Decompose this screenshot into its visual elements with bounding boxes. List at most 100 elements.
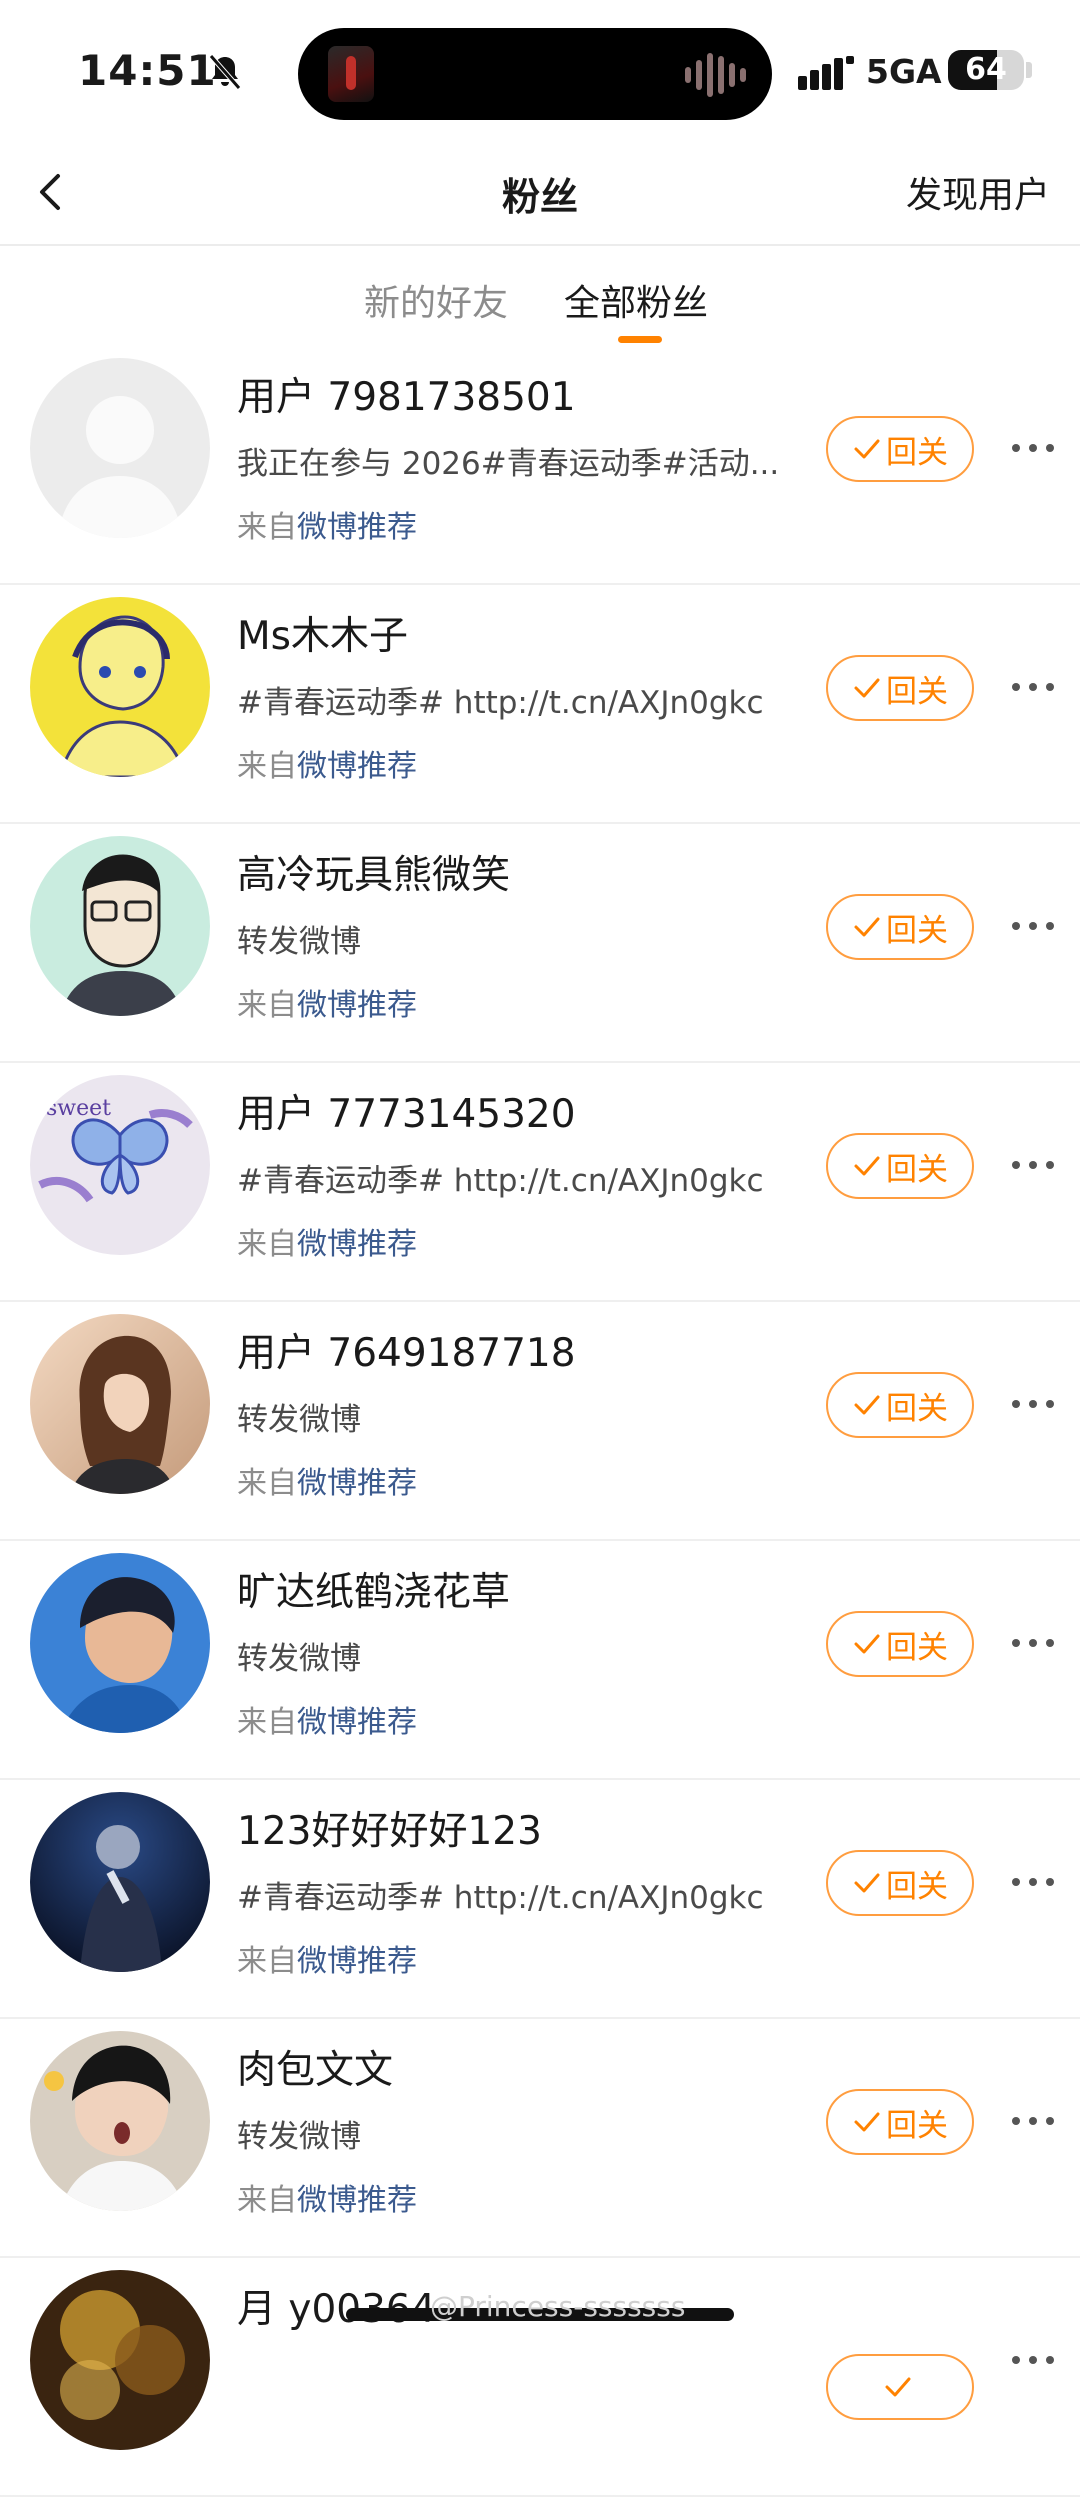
source-link[interactable]: 微博推荐 bbox=[297, 988, 417, 1023]
fan-row[interactable]: 用户 7649187718 转发微博 来自微博推荐 回关 bbox=[0, 1302, 1080, 1541]
source-prefix: 来自 bbox=[237, 988, 297, 1023]
nav-bar: 粉丝 发现用户 bbox=[0, 140, 1080, 246]
source-link[interactable]: 微博推荐 bbox=[297, 1705, 417, 1740]
fan-latest-post: 转发微博 bbox=[237, 1402, 361, 1438]
fan-name[interactable]: 用户 7649187718 bbox=[237, 1322, 576, 1378]
blurry-gold-avatar[interactable] bbox=[30, 2270, 210, 2450]
battery-icon: 64 bbox=[948, 50, 1024, 90]
follow-back-button[interactable]: 回关 bbox=[826, 655, 974, 721]
more-icon[interactable] bbox=[1008, 1870, 1058, 1894]
fan-latest-post: 转发微博 bbox=[237, 1641, 361, 1677]
follow-back-label: 回关 bbox=[886, 1629, 948, 1666]
fan-source: 来自微博推荐 bbox=[237, 1697, 417, 1741]
status-bar: 14:51 5GA 64 bbox=[0, 0, 1080, 140]
more-icon[interactable] bbox=[1008, 436, 1058, 460]
follow-back-button[interactable]: 回关 bbox=[826, 416, 974, 482]
check-icon bbox=[854, 917, 880, 937]
follow-back-button[interactable]: 回关 bbox=[826, 1372, 974, 1438]
discover-users-button[interactable]: 发现用户 bbox=[906, 166, 1050, 218]
fan-source: 来自微博推荐 bbox=[237, 980, 417, 1024]
fan-row[interactable]: 肉包文文 转发微博 来自微博推荐 回关 bbox=[0, 2019, 1080, 2258]
tab-new-friends[interactable]: 新的好友 bbox=[364, 274, 508, 326]
more-icon[interactable] bbox=[1008, 675, 1058, 699]
dynamic-island[interactable] bbox=[298, 28, 772, 120]
fan-source: 来自微博推荐 bbox=[237, 1936, 417, 1980]
follow-back-label: 回关 bbox=[886, 1868, 948, 1905]
fan-source: 来自微博推荐 bbox=[237, 502, 417, 546]
follow-back-label: 回关 bbox=[886, 673, 948, 710]
source-prefix: 来自 bbox=[237, 1466, 297, 1501]
more-icon[interactable] bbox=[1008, 914, 1058, 938]
fan-latest-post: #青春运动季# http://t.cn/AXJn0gkc bbox=[237, 1163, 764, 1199]
follow-back-button[interactable]: 回关 bbox=[826, 894, 974, 960]
svg-text:sweet: sweet bbox=[46, 1096, 111, 1121]
fan-name[interactable]: 用户 7773145320 bbox=[237, 1083, 576, 1139]
check-icon bbox=[885, 2377, 911, 2397]
fan-row[interactable]: 旷达纸鹤浇花草 转发微博 来自微博推荐 回关 bbox=[0, 1541, 1080, 1780]
check-icon bbox=[854, 2112, 880, 2132]
source-link[interactable]: 微博推荐 bbox=[297, 1227, 417, 1262]
fan-latest-post: 我正在参与 2026#青春运动季#活动... bbox=[237, 446, 780, 482]
fan-source: 来自微博推荐 bbox=[237, 1458, 417, 1502]
fan-name[interactable]: 肉包文文 bbox=[237, 2039, 393, 2095]
follow-back-button[interactable]: 回关 bbox=[826, 1850, 974, 1916]
check-icon bbox=[854, 1156, 880, 1176]
butterfly-sticker-avatar[interactable]: sweet bbox=[30, 1075, 210, 1255]
surprised-boy-avatar[interactable] bbox=[30, 2031, 210, 2211]
follow-back-label: 回关 bbox=[886, 1390, 948, 1427]
source-prefix: 来自 bbox=[237, 1227, 297, 1262]
source-link[interactable]: 微博推荐 bbox=[297, 1466, 417, 1501]
audio-waveform-icon bbox=[685, 52, 746, 98]
fan-row[interactable]: 高冷玩具熊微笑 转发微博 来自微博推荐 回关 bbox=[0, 824, 1080, 1063]
fan-row[interactable]: 用户 7981738501 我正在参与 2026#青春运动季#活动... 来自微… bbox=[0, 346, 1080, 585]
fan-row[interactable]: 123好好好好123 #青春运动季# http://t.cn/AXJn0gkc … bbox=[0, 1780, 1080, 2019]
stage-singer-avatar[interactable] bbox=[30, 1792, 210, 1972]
follow-back-button[interactable]: 回关 bbox=[826, 1611, 974, 1677]
tab-all-fans[interactable]: 全部粉丝 bbox=[564, 274, 708, 326]
follow-back-button[interactable]: 回关 bbox=[826, 2089, 974, 2155]
follow-back-button[interactable]: 回关 bbox=[826, 1133, 974, 1199]
fan-name[interactable]: 123好好好好123 bbox=[237, 1800, 542, 1856]
fan-latest-post: #青春运动季# http://t.cn/AXJn0gkc bbox=[237, 685, 764, 721]
tab-bar: 新的好友 全部粉丝 bbox=[0, 246, 1080, 346]
fan-name[interactable]: 旷达纸鹤浇花草 bbox=[237, 1561, 510, 1617]
follow-back-button[interactable] bbox=[826, 2354, 974, 2420]
anime-boy-avatar[interactable] bbox=[30, 1553, 210, 1733]
now-playing-thumbnail bbox=[328, 46, 374, 102]
source-prefix: 来自 bbox=[237, 1705, 297, 1740]
fans-list: 用户 7981738501 我正在参与 2026#青春运动季#活动... 来自微… bbox=[0, 346, 1080, 2497]
fan-source: 来自微博推荐 bbox=[237, 2175, 417, 2219]
source-prefix: 来自 bbox=[237, 749, 297, 784]
watermark: @Princess-sssssss bbox=[430, 2290, 686, 2323]
check-icon bbox=[854, 439, 880, 459]
yellow-drawing-avatar[interactable] bbox=[30, 597, 210, 777]
fan-source: 来自微博推荐 bbox=[237, 1219, 417, 1263]
battery-tip bbox=[1026, 62, 1032, 78]
fan-row[interactable]: sweet 用户 7773145320 #青春运动季# http://t.cn/… bbox=[0, 1063, 1080, 1302]
source-link[interactable]: 微博推荐 bbox=[297, 2183, 417, 2218]
more-icon[interactable] bbox=[1008, 2109, 1058, 2133]
fan-name[interactable]: Ms木木子 bbox=[237, 605, 408, 661]
cartoon-glasses-avatar[interactable] bbox=[30, 836, 210, 1016]
bell-muted-icon bbox=[209, 54, 241, 90]
battery-percent: 64 bbox=[965, 52, 1007, 87]
fan-name[interactable]: 月 y00364 bbox=[237, 2278, 436, 2334]
source-link[interactable]: 微博推荐 bbox=[297, 510, 417, 545]
more-icon[interactable] bbox=[1008, 2348, 1058, 2372]
source-link[interactable]: 微博推荐 bbox=[297, 749, 417, 784]
fan-row[interactable]: Ms木木子 #青春运动季# http://t.cn/AXJn0gkc 来自微博推… bbox=[0, 585, 1080, 824]
source-prefix: 来自 bbox=[237, 2183, 297, 2218]
source-prefix: 来自 bbox=[237, 1944, 297, 1979]
source-link[interactable]: 微博推荐 bbox=[297, 1944, 417, 1979]
fan-latest-post: 转发微博 bbox=[237, 2119, 361, 2155]
more-icon[interactable] bbox=[1008, 1631, 1058, 1655]
default-avatar[interactable] bbox=[30, 358, 210, 538]
girl-photo-avatar[interactable] bbox=[30, 1314, 210, 1494]
follow-back-label: 回关 bbox=[886, 2107, 948, 2144]
check-icon bbox=[854, 1634, 880, 1654]
more-icon[interactable] bbox=[1008, 1392, 1058, 1416]
network-type: 5GA bbox=[866, 52, 942, 91]
fan-name[interactable]: 高冷玩具熊微笑 bbox=[237, 844, 510, 900]
fan-name[interactable]: 用户 7981738501 bbox=[237, 366, 576, 422]
more-icon[interactable] bbox=[1008, 1153, 1058, 1177]
